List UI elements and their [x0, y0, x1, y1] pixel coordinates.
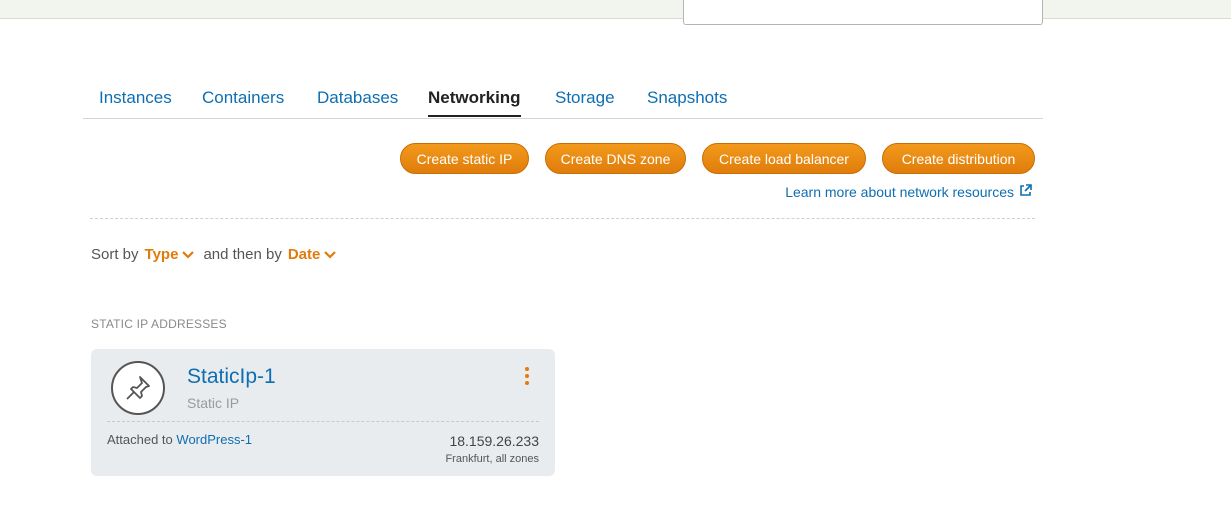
create-dns-zone-button[interactable]: Create DNS zone — [545, 143, 686, 174]
ip-address: 18.159.26.233 — [449, 433, 539, 449]
static-ip-card: StaticIp-1 Static IP Attached to WordPre… — [91, 349, 555, 476]
sort-middle-label: and then by — [203, 246, 282, 263]
sort-prefix-label: Sort by — [91, 246, 139, 263]
sort-secondary-value: Date — [287, 246, 321, 263]
resource-tabs: Instances Containers Databases Networkin… — [83, 80, 1043, 119]
search-input[interactable] — [683, 0, 1043, 25]
divider — [90, 218, 1035, 219]
static-ip-name-link[interactable]: StaticIp-1 — [187, 365, 276, 389]
tab-networking[interactable]: Networking — [428, 88, 521, 117]
tab-databases[interactable]: Databases — [317, 88, 398, 115]
card-divider — [107, 421, 539, 422]
static-ip-type: Static IP — [187, 395, 240, 411]
create-load-balancer-button[interactable]: Create load balancer — [702, 143, 866, 174]
tab-snapshots[interactable]: Snapshots — [647, 88, 727, 115]
sort-controls: Sort by Type and then by Date — [91, 246, 345, 263]
tab-containers[interactable]: Containers — [202, 88, 284, 115]
attached-info: Attached to WordPress-1 — [107, 432, 252, 447]
tab-storage[interactable]: Storage — [555, 88, 615, 115]
attached-prefix: Attached to — [107, 432, 173, 447]
external-link-icon — [1019, 184, 1032, 200]
create-static-ip-button[interactable]: Create static IP — [400, 143, 529, 174]
top-bar — [0, 0, 1231, 19]
attached-instance-link[interactable]: WordPress-1 — [176, 432, 252, 447]
chevron-down-icon — [182, 250, 195, 259]
sort-primary-dropdown[interactable]: Type — [145, 246, 195, 263]
tab-instances[interactable]: Instances — [99, 88, 172, 115]
pushpin-icon — [111, 361, 165, 415]
chevron-down-icon — [324, 250, 337, 259]
sort-secondary-dropdown[interactable]: Date — [288, 246, 337, 263]
learn-more-label: Learn more about network resources — [785, 184, 1014, 200]
create-distribution-button[interactable]: Create distribution — [882, 143, 1035, 174]
section-heading: STATIC IP ADDRESSES — [91, 317, 227, 331]
sort-primary-value: Type — [144, 246, 179, 263]
more-options-icon[interactable] — [519, 367, 535, 389]
learn-more-link[interactable]: Learn more about network resources — [785, 184, 1032, 200]
region-label: Frankfurt, all zones — [445, 453, 539, 465]
